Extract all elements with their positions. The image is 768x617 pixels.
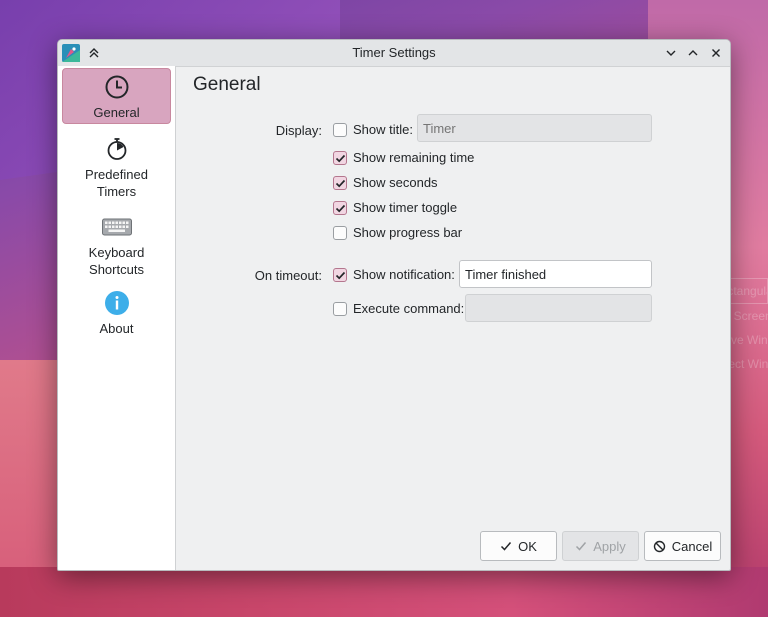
- app-icon: [62, 44, 80, 62]
- execute-command-label: Execute command:: [353, 301, 465, 316]
- title-bar: Timer Settings: [58, 40, 730, 67]
- apply-button[interactable]: Apply: [562, 531, 639, 561]
- ok-button[interactable]: OK: [480, 531, 557, 561]
- ok-button-label: OK: [518, 538, 537, 554]
- maximize-button[interactable]: [683, 43, 703, 63]
- cancel-button-label: Cancel: [671, 538, 713, 554]
- checkmark-icon: [335, 204, 345, 212]
- show-title-label: Show title:: [353, 122, 413, 137]
- show-progress-bar-label: Show progress bar: [353, 225, 463, 240]
- keyboard-icon: [101, 218, 132, 236]
- checkmark-icon: [576, 542, 587, 551]
- sidebar-item-predefined-timers[interactable]: Predefined Timers: [62, 136, 171, 202]
- sidebar-item-keyboard-shortcuts[interactable]: Keyboard Shortcuts: [62, 214, 171, 280]
- keep-above-button[interactable]: [84, 43, 104, 63]
- wallpaper-shape: [0, 567, 768, 617]
- stopwatch-icon: [107, 138, 126, 160]
- minimize-button[interactable]: [661, 43, 681, 63]
- settings-content: General Display: Show title: Show remain…: [176, 66, 730, 570]
- show-remaining-time-checkbox[interactable]: [333, 151, 347, 165]
- chevron-down-icon: [666, 50, 676, 56]
- window-title: Timer Settings: [352, 45, 436, 60]
- show-seconds-checkbox[interactable]: [333, 176, 347, 190]
- sidebar-item-label: About: [99, 321, 134, 336]
- show-notification-checkbox[interactable]: [333, 268, 347, 282]
- settings-window: Timer Settings General Predefined Timers…: [57, 39, 731, 571]
- wallpaper-shape: [0, 360, 60, 617]
- clock-icon: [105, 75, 128, 99]
- display-label: Display:: [275, 123, 322, 138]
- close-button[interactable]: [706, 43, 726, 63]
- apply-button-label: Apply: [593, 538, 626, 554]
- sidebar-item-general[interactable]: General: [62, 68, 171, 124]
- show-timer-toggle-checkbox[interactable]: [333, 201, 347, 215]
- command-input[interactable]: [465, 294, 652, 322]
- double-chevron-up-icon: [89, 48, 99, 58]
- sidebar-item-label: Predefined Timers: [85, 167, 148, 199]
- show-progress-bar-checkbox[interactable]: [333, 226, 347, 240]
- notification-text-input[interactable]: [459, 260, 652, 288]
- sidebar-item-about[interactable]: About: [62, 290, 171, 342]
- show-title-checkbox[interactable]: [333, 123, 347, 137]
- title-input[interactable]: [417, 114, 652, 142]
- cancel-button[interactable]: Cancel: [644, 531, 721, 561]
- checkmark-icon: [335, 154, 345, 162]
- sidebar-item-label: General: [93, 105, 140, 120]
- execute-command-checkbox[interactable]: [333, 302, 347, 316]
- show-timer-toggle-label: Show timer toggle: [353, 200, 458, 215]
- chevron-up-icon: [688, 50, 698, 56]
- show-remaining-time-label: Show remaining time: [353, 150, 475, 165]
- checkmark-icon: [501, 542, 512, 551]
- cancel-icon: [653, 540, 665, 552]
- sidebar-item-label: Keyboard Shortcuts: [88, 245, 145, 277]
- sidebar: General Predefined Timers Keyboard Short…: [58, 66, 176, 570]
- close-icon: [712, 49, 720, 57]
- on-timeout-label: On timeout:: [254, 268, 322, 283]
- info-icon: [104, 291, 129, 315]
- checkmark-icon: [335, 179, 345, 187]
- page-title: General: [193, 74, 261, 95]
- show-seconds-label: Show seconds: [353, 175, 438, 190]
- checkmark-icon: [335, 271, 345, 279]
- show-notification-label: Show notification:: [353, 267, 455, 282]
